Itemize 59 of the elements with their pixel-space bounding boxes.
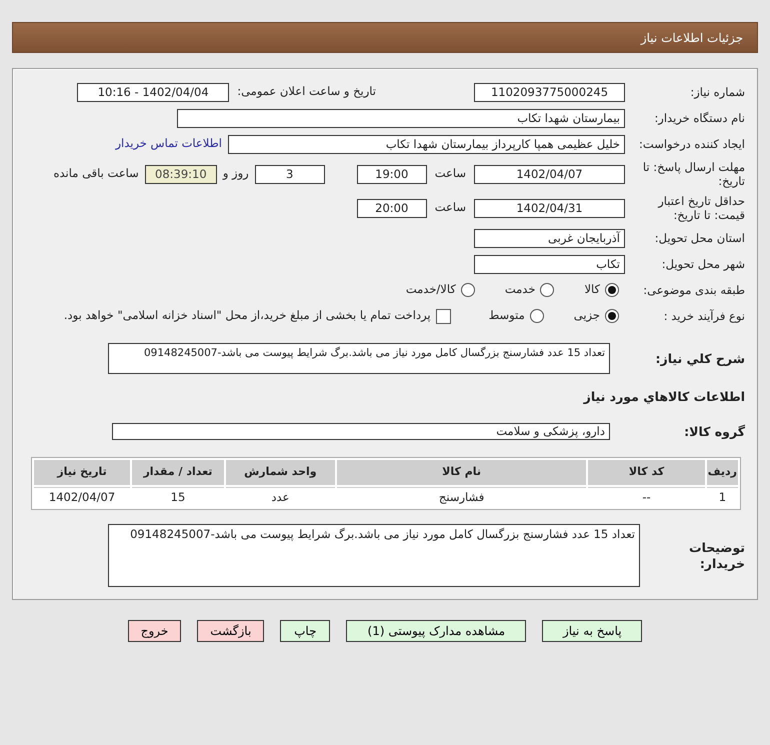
- action-button[interactable]: بازگشت: [197, 620, 264, 642]
- field-label: متوسط: [488, 307, 525, 324]
- field-label: مهلت ارسال پاسخ: تا تاریخ:: [642, 160, 745, 188]
- field-label: شهر محل تحویل:: [660, 256, 745, 272]
- text-field[interactable]: دارو، پزشکی و سلامت: [112, 423, 610, 440]
- column-header: تعداد / مقدار: [132, 460, 224, 485]
- table-cell: فشارسنج: [336, 486, 586, 507]
- field-label: نام دستگاه خریدار:: [653, 110, 745, 126]
- notes-field: تعداد 15 عدد فشارسنج بزرگسال کامل مورد نیاز می باشد.برگ شرایط پیوست می باشد-09148245007: [108, 524, 640, 587]
- column-header: کد کالا: [588, 460, 705, 485]
- summary-field: تعداد 15 عدد فشارسنج بزرگسال کامل مورد نیاز می باشد.برگ شرایط پیوست می باشد-09148245007: [108, 343, 610, 374]
- action-button[interactable]: خروج: [128, 620, 182, 642]
- field-label: ساعت: [434, 199, 466, 216]
- field-label: کالا/خدمت: [406, 281, 456, 298]
- radio-button[interactable]: [530, 309, 544, 323]
- radio-button[interactable]: [460, 283, 475, 297]
- field-label: خدمت: [504, 281, 536, 298]
- field-label: شرح کلي نياز:: [654, 350, 745, 366]
- field-label: جزیی: [574, 307, 600, 324]
- column-header: واحد شمارش: [226, 460, 335, 485]
- text-field[interactable]: 20:00: [356, 198, 427, 218]
- radio-button[interactable]: [540, 283, 554, 297]
- field-label: گروه کالا:: [683, 424, 745, 440]
- radio-button[interactable]: [605, 309, 619, 323]
- field-label: نوع فرآیند خرید :: [662, 308, 745, 324]
- column-header: نام کالا: [336, 460, 586, 485]
- radio-button[interactable]: [605, 283, 619, 297]
- field-label: ساعت باقی مانده: [54, 165, 139, 182]
- buyer-contact-link[interactable]: اطلاعات تماس خریدار: [115, 135, 222, 153]
- field-label: شماره نیاز:: [689, 84, 745, 100]
- field-label: حداقل تاریخ اعتبار قیمت: تا تاریخ:: [656, 194, 745, 222]
- field-label: پرداخت تمام یا بخشی از مبلغ خرید،از محل "اسناد خزانه اسلامی" خواهد بود.: [64, 307, 431, 324]
- text-field[interactable]: تکاب: [474, 254, 625, 274]
- field-label: استان محل تحویل:: [654, 230, 745, 246]
- text-field[interactable]: 1402/04/07: [474, 164, 625, 184]
- field-label: کالا: [584, 281, 600, 298]
- action-button[interactable]: چاپ: [280, 620, 330, 642]
- text-field[interactable]: 1402/04/04 - 10:16: [77, 82, 230, 102]
- column-header: تاریخ نیاز: [34, 460, 130, 485]
- text-field[interactable]: بیمارستان شهدا تکاب: [177, 108, 625, 128]
- text-field[interactable]: 08:39:10: [144, 164, 217, 184]
- field-label: تاریخ و ساعت اعلان عمومی:: [237, 83, 376, 100]
- text-field[interactable]: 19:00: [356, 164, 427, 184]
- action-button[interactable]: پاسخ به نیاز: [542, 620, 642, 642]
- text-field[interactable]: آذربایجان غربی: [474, 228, 625, 248]
- field-label: روز و: [222, 165, 249, 182]
- field-label: ایجاد کننده درخواست:: [638, 136, 745, 152]
- field-label: ساعت: [434, 165, 466, 182]
- column-header: ردیف: [706, 460, 738, 485]
- text-field[interactable]: 3: [254, 164, 325, 184]
- header-title: جزئیات اطلاعات نیاز: [12, 22, 758, 53]
- text-field[interactable]: 1402/04/31: [474, 198, 625, 218]
- section-heading: اطلاعات کالاهاي مورد نياز: [582, 388, 745, 406]
- field-label: توضیحات خریدار:: [688, 540, 745, 572]
- checkbox[interactable]: [436, 308, 451, 324]
- text-field[interactable]: خلیل عظیمی همپا کارپرداز بیمارستان شهدا تکاب: [228, 134, 625, 154]
- text-field[interactable]: 1102093775000245: [474, 82, 625, 102]
- field-label: طبقه بندی موضوعی:: [642, 282, 745, 298]
- action-button[interactable]: مشاهده مدارک پیوستی (1): [346, 620, 526, 642]
